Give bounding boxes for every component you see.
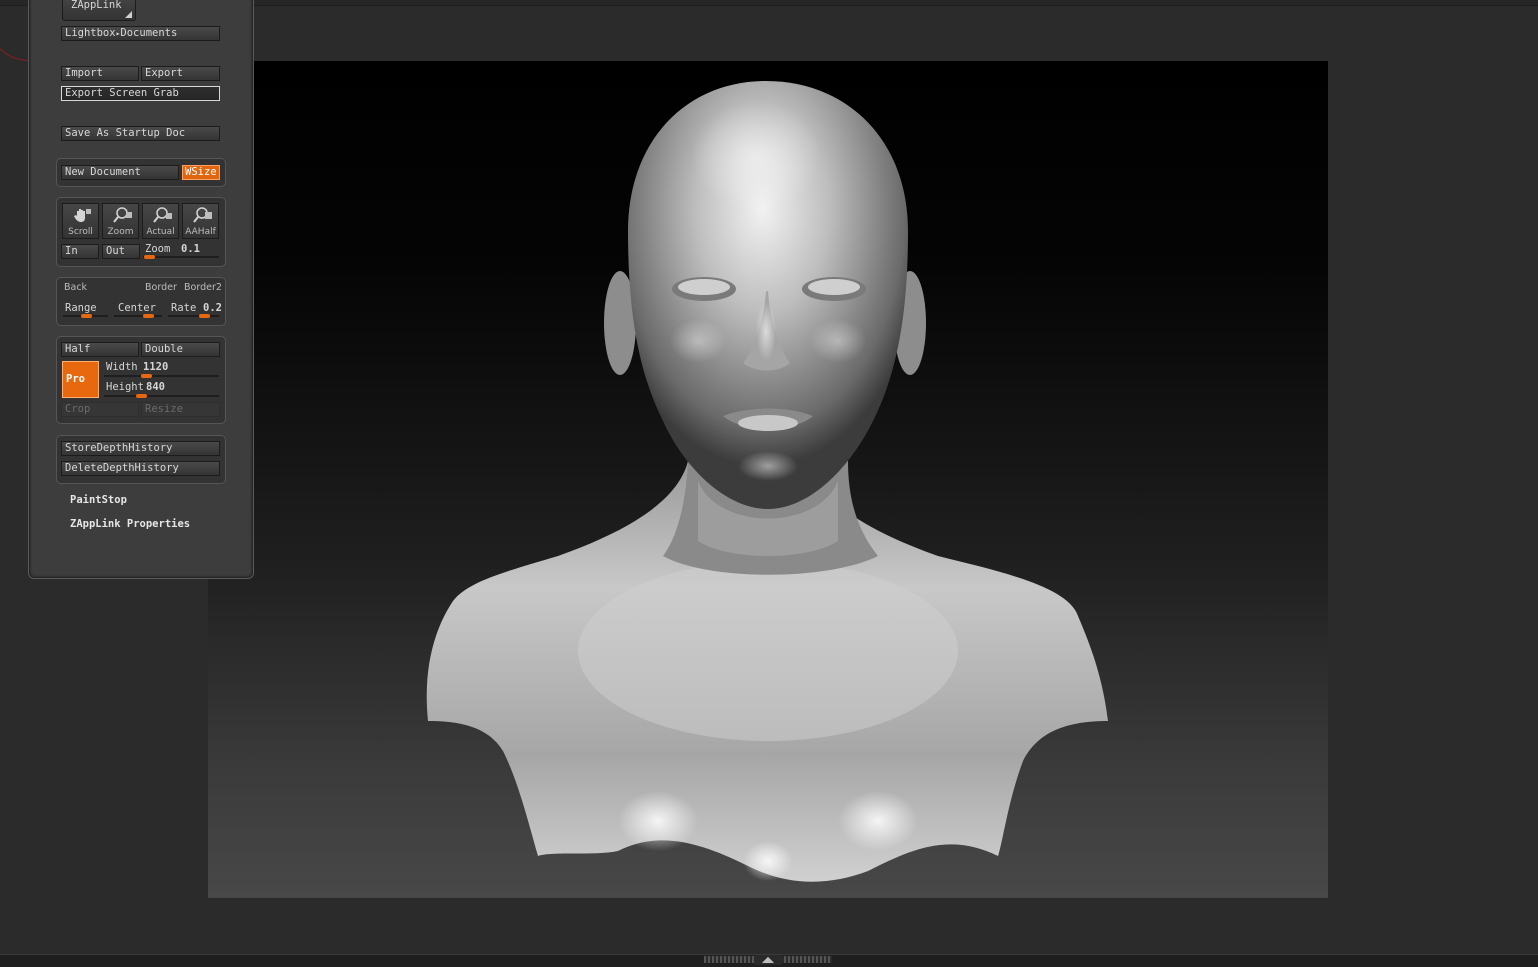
sculpted-bust-render — [426, 81, 1108, 882]
resize-button[interactable]: Resize — [141, 402, 220, 417]
half-button[interactable]: Half — [61, 342, 139, 357]
dropdown-triangle-icon — [125, 11, 132, 18]
height-slider-value: 840 — [146, 381, 165, 393]
range-slider-label: Range — [65, 302, 97, 314]
actual-label: Actual — [146, 227, 175, 237]
save-as-startup-doc-button[interactable]: Save As Startup Doc — [61, 126, 220, 141]
center-slider-knob[interactable] — [143, 314, 154, 318]
back-color-swatch[interactable]: Back — [64, 282, 87, 293]
delete-depth-history-button[interactable]: DeleteDepthHistory — [61, 461, 220, 476]
paintstop-menu[interactable]: PaintStop — [70, 494, 127, 506]
rate-slider-value: 0.2 — [203, 302, 222, 314]
double-button[interactable]: Double — [141, 342, 220, 357]
aahalf-label: AAHalf — [185, 227, 216, 237]
zoom-slider-value: 0.1 — [181, 243, 200, 255]
documents-label: Documents — [120, 27, 178, 39]
center-slider-track[interactable] — [114, 315, 162, 317]
zapplink-button[interactable]: ZAppLink — [62, 0, 136, 21]
rate-slider-track[interactable] — [168, 315, 219, 317]
border2-color-swatch[interactable]: Border2 — [184, 282, 222, 293]
new-document-button[interactable]: New Document — [61, 165, 179, 180]
zoom-in-button[interactable]: In — [61, 244, 99, 259]
rate-slider-knob[interactable] — [199, 314, 210, 318]
actual-button[interactable]: Actual — [142, 203, 179, 239]
width-slider-track[interactable] — [104, 375, 219, 377]
zoom-slider-label: Zoom — [145, 243, 171, 255]
document-canvas[interactable] — [208, 61, 1328, 898]
crop-button[interactable]: Crop — [61, 402, 139, 417]
rate-slider-label: Rate — [171, 302, 197, 314]
store-depth-history-button[interactable]: StoreDepthHistory — [61, 441, 220, 456]
zoom-slider-knob[interactable] — [144, 255, 155, 259]
export-screen-grab-button[interactable]: Export Screen Grab — [61, 86, 220, 101]
center-slider-label: Center — [118, 302, 156, 314]
bottom-tray-toggle-icon[interactable]: ◢◣ — [754, 955, 782, 965]
aahalf-button[interactable]: AAHalf — [182, 203, 219, 239]
wsize-button[interactable]: WSize — [182, 165, 220, 180]
scroll-button[interactable]: Scroll — [62, 203, 99, 239]
height-slider-track[interactable] — [104, 395, 219, 397]
range-slider-knob[interactable] — [81, 314, 92, 318]
pro-toggle[interactable]: Pro — [62, 361, 99, 398]
zoom-button[interactable]: Zoom — [102, 203, 139, 239]
export-button[interactable]: Export — [141, 66, 220, 81]
height-slider-label: Height — [106, 381, 144, 393]
zapplink-label: ZAppLink — [71, 0, 122, 11]
zoom-out-button[interactable]: Out — [102, 244, 140, 259]
width-slider-knob[interactable] — [141, 374, 152, 378]
width-slider-value: 1120 — [143, 361, 169, 373]
zoom-magnifier-icon — [113, 207, 132, 223]
lightbox-documents-button[interactable]: Lightbox▸Documents — [61, 26, 220, 41]
import-button[interactable]: Import — [61, 66, 139, 81]
zapplink-properties-menu[interactable]: ZAppLink Properties — [70, 518, 190, 530]
actual-magnifier-icon — [153, 207, 172, 223]
lightbox-label: Lightbox — [65, 27, 116, 39]
zoom-label: Zoom — [107, 227, 134, 237]
aahalf-magnifier-icon — [193, 207, 212, 223]
scroll-label: Scroll — [68, 227, 93, 237]
hand-icon — [74, 209, 91, 222]
height-slider-knob[interactable] — [136, 394, 147, 398]
width-slider-label: Width — [106, 361, 138, 373]
border-color-swatch[interactable]: Border — [145, 282, 177, 293]
